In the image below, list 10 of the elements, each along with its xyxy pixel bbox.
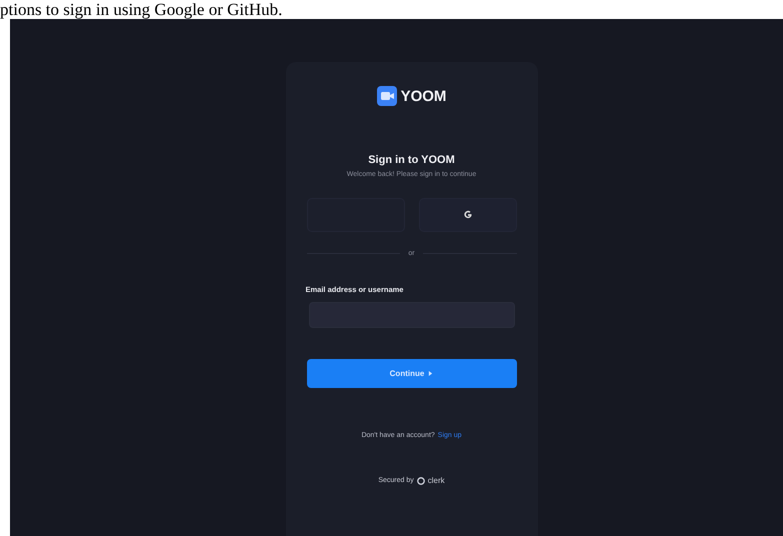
- brand-name: YOOM: [400, 88, 446, 104]
- clerk-logo-icon: [416, 476, 425, 484]
- google-icon: [462, 210, 472, 220]
- caption-text: ptions to sign in using Google or GitHub.: [0, 0, 284, 19]
- secured-brand: clerk: [428, 476, 445, 485]
- card-title: Sign in to YOOM: [368, 154, 455, 166]
- caret-icon: [428, 370, 434, 377]
- social-sign-in-button[interactable]: [418, 198, 516, 232]
- continue-button[interactable]: Continue: [306, 359, 516, 388]
- logo-icon: [376, 86, 397, 106]
